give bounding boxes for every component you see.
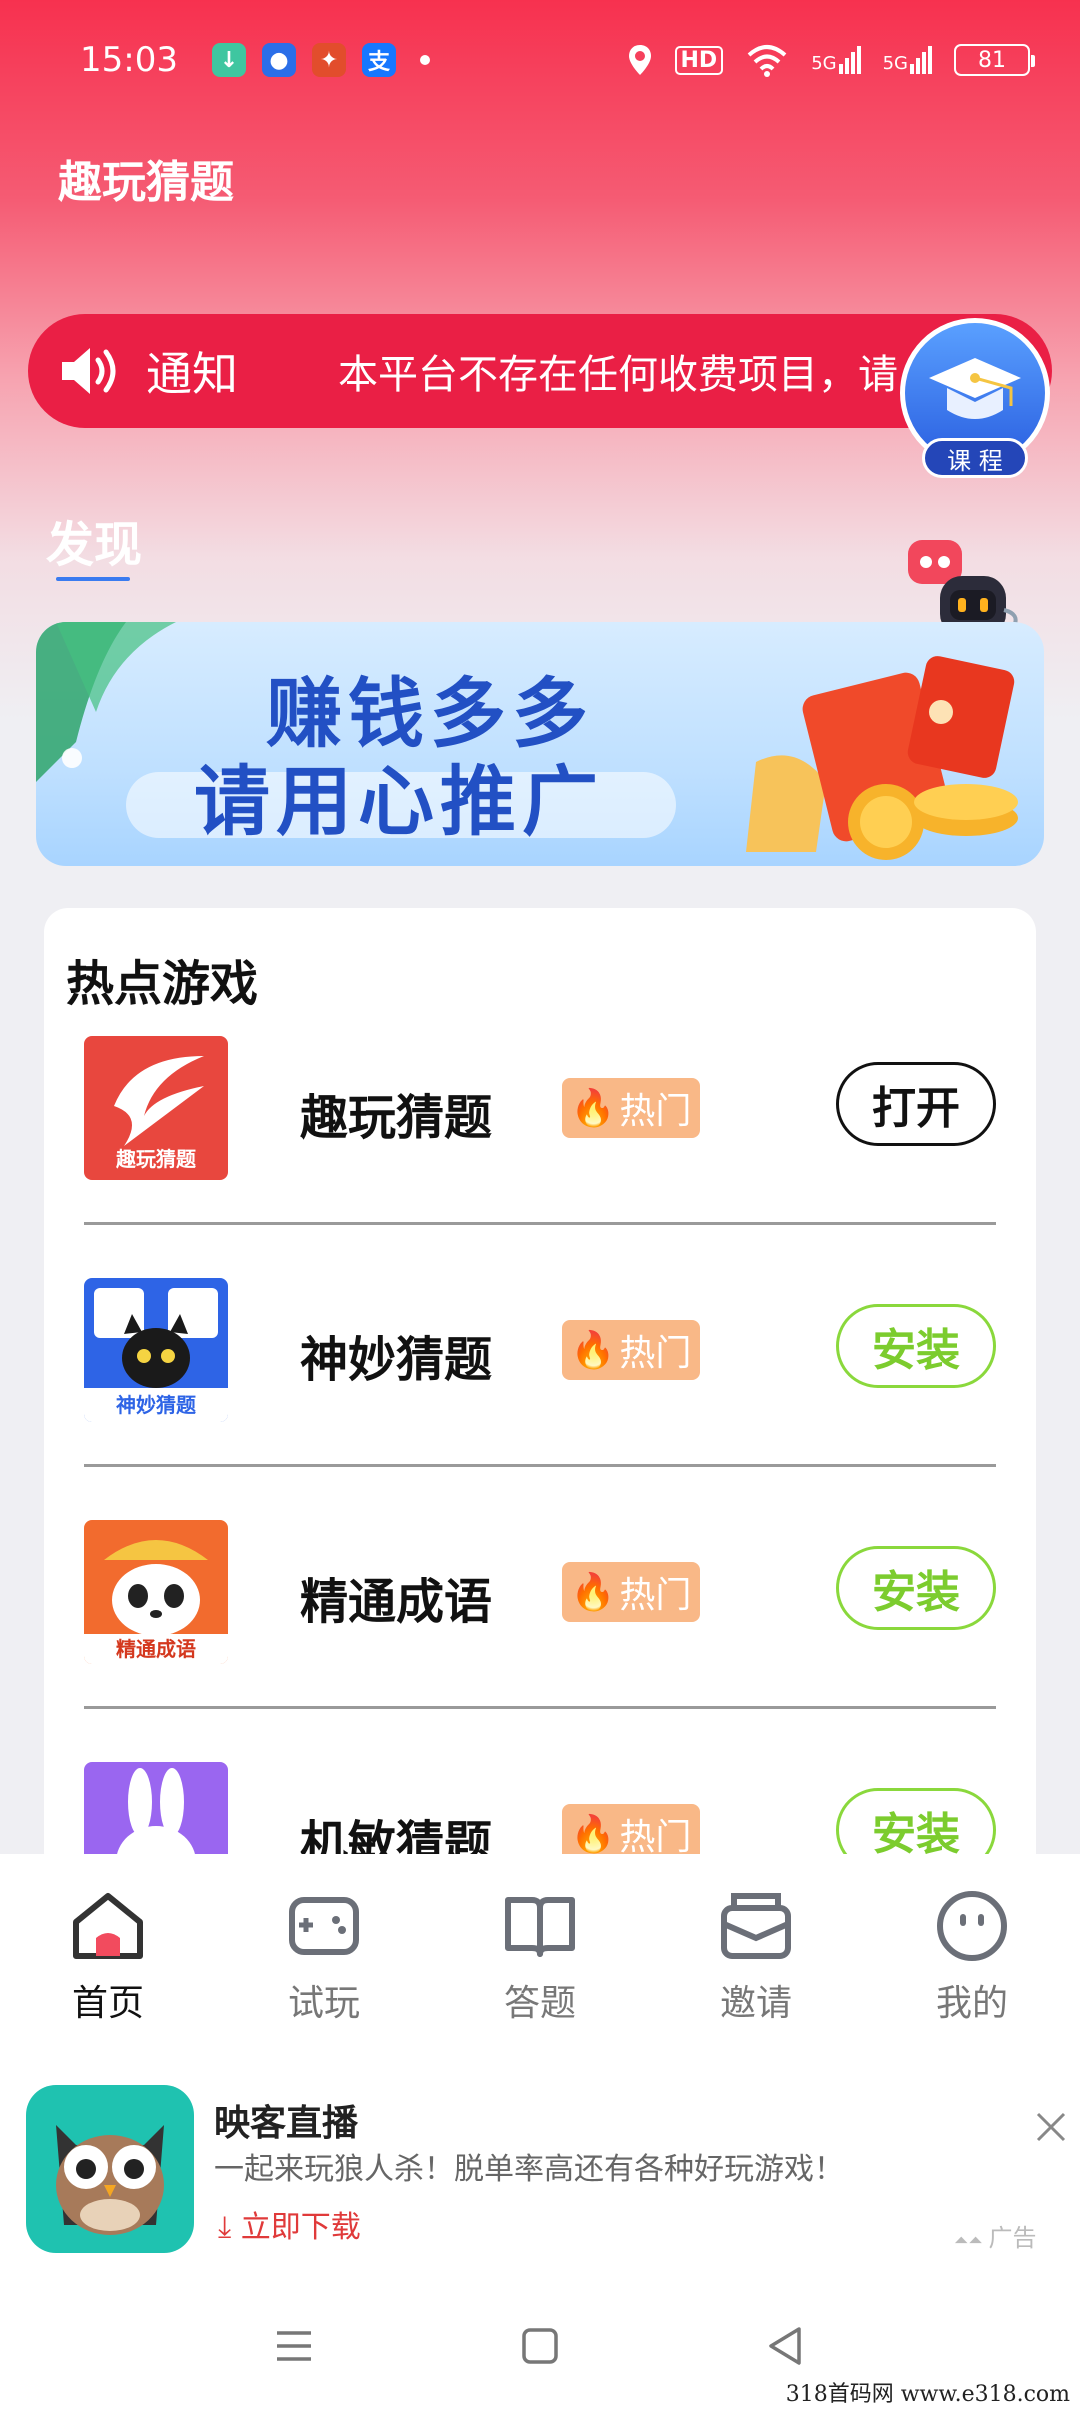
- signal-5g-icon: 5G: [811, 46, 861, 74]
- ad-title: 映客直播: [214, 2103, 359, 2144]
- game-row[interactable]: 神妙猜题 神妙猜题 🔥 热门 安装: [44, 1278, 1036, 1520]
- nav-label: 我的: [935, 1983, 1008, 2024]
- menu-icon[interactable]: [271, 2323, 317, 2369]
- more-notifications-dot: [419, 55, 430, 65]
- profile-icon: [937, 1891, 1007, 1961]
- download-arrow-icon: ⤓: [218, 2210, 241, 2245]
- open-button[interactable]: 打开: [836, 1062, 996, 1146]
- status-time: 15:03: [80, 40, 178, 80]
- divider: [84, 1222, 996, 1225]
- nav-trial[interactable]: 试玩: [216, 1854, 432, 2040]
- qq-browser-icon: ●: [261, 43, 296, 77]
- game-row[interactable]: 精通成语 精通成语 🔥 热门 安装: [44, 1520, 1036, 1762]
- promo-banner[interactable]: 赚钱多多 请用心推广: [36, 622, 1044, 866]
- game-row[interactable]: 趣玩猜题 趣玩猜题 🔥 热门 打开: [44, 1036, 1036, 1278]
- notice-bar[interactable]: 通知 本平台不存在任何收费项目，请: [28, 314, 1052, 428]
- divider: [84, 1706, 996, 1709]
- download-icon: ↓: [211, 43, 246, 77]
- tab-discover[interactable]: 发现: [46, 505, 142, 575]
- notice-text: 本平台不存在任何收费项目，请: [338, 352, 898, 398]
- section-title: 热点游戏: [66, 956, 259, 1012]
- notice-label: 通知: [146, 347, 238, 401]
- course-label: 课 程: [922, 438, 1028, 478]
- game-icon-shenmiao: 神妙猜题: [84, 1278, 228, 1422]
- home-square-icon[interactable]: [517, 2323, 563, 2369]
- speaker-icon: [62, 348, 116, 394]
- game-name: 神妙猜题: [300, 1332, 493, 1388]
- mail-icon: [721, 1893, 791, 1959]
- course-button[interactable]: 课 程: [900, 318, 1050, 478]
- divider: [84, 1464, 996, 1467]
- game-icon-jingtong: 精通成语: [84, 1520, 228, 1664]
- wifi-icon: [747, 45, 787, 77]
- nav-home[interactable]: 首页: [0, 1854, 216, 2040]
- banner-subheadline: 请用心推广: [194, 757, 604, 846]
- ad-banner[interactable]: 映客直播 一起来玩狼人杀！脱单率高还有各种好玩游戏！ ⤓ 立即下载 ⏶⏶ 广告: [0, 2040, 1080, 2280]
- location-icon: [628, 45, 651, 75]
- watermark: 318首码网 www.e318.com: [785, 2382, 1070, 2407]
- game-name: 趣玩猜题: [300, 1090, 493, 1146]
- page-title: 趣玩猜题: [58, 157, 234, 208]
- install-button[interactable]: 安装: [836, 1304, 996, 1388]
- fortune-app-icon: ✦: [311, 43, 346, 77]
- hd-icon: HD: [674, 45, 724, 75]
- install-button[interactable]: 安装: [836, 1546, 996, 1630]
- signal-5g-icon-2: 5G: [883, 46, 932, 74]
- hot-games-section: 热点游戏 趣玩猜题 趣玩猜题 🔥 热门 打开 神妙猜题 神妙猜题 🔥 热门 安装 精…: [44, 908, 1036, 1908]
- nav-quiz[interactable]: 答题: [432, 1854, 648, 2040]
- nav-label: 邀请: [719, 1983, 792, 2024]
- nav-mine[interactable]: 我的: [864, 1854, 1080, 2040]
- book-icon: [505, 1897, 575, 1957]
- game-name: 精通成语: [300, 1574, 493, 1630]
- nav-label: 试玩: [287, 1983, 360, 2024]
- hot-badge: 🔥 热门: [562, 1562, 700, 1622]
- flame-icon: 🔥: [570, 1572, 616, 1613]
- ad-logo-icon: ⏶⏶: [954, 2230, 989, 2251]
- battery-icon: 81: [954, 44, 1035, 76]
- ad-description: 一起来玩狼人杀！脱单率高还有各种好玩游戏！: [214, 2152, 844, 2187]
- status-bar: 15:03 ↓ ● ✦ 支 HD 5G 5G 81: [0, 30, 1080, 90]
- nav-invite[interactable]: 邀请: [648, 1854, 864, 2040]
- home-icon: [73, 1893, 143, 1959]
- nav-label: 首页: [71, 1983, 144, 2024]
- bottom-nav: 首页 试玩 答题 邀请 我的: [0, 1854, 1080, 2040]
- flame-icon: 🔥: [570, 1814, 616, 1855]
- hot-badge: 🔥 热门: [562, 1320, 700, 1380]
- ad-label: ⏶⏶ 广告: [954, 2224, 1037, 2252]
- tab-indicator: [56, 577, 130, 581]
- svg-text:趣玩猜题: 趣玩猜题: [115, 1147, 197, 1171]
- svg-text:精通成语: 精通成语: [116, 1637, 196, 1661]
- flame-icon: 🔥: [570, 1330, 616, 1371]
- svg-text:神妙猜题: 神妙猜题: [116, 1393, 197, 1417]
- owl-app-icon: [26, 2085, 194, 2253]
- alipay-icon: 支: [361, 43, 396, 77]
- game-icon-quwan: 趣玩猜题: [84, 1036, 228, 1180]
- flame-icon: 🔥: [570, 1088, 616, 1129]
- nav-label: 答题: [503, 1983, 576, 2024]
- close-icon[interactable]: [1034, 2110, 1068, 2144]
- hot-badge: 🔥 热门: [562, 1078, 700, 1138]
- ad-download-link[interactable]: ⤓ 立即下载: [218, 2202, 361, 2246]
- back-icon[interactable]: [763, 2323, 809, 2369]
- gamepad-icon: [289, 1897, 359, 1955]
